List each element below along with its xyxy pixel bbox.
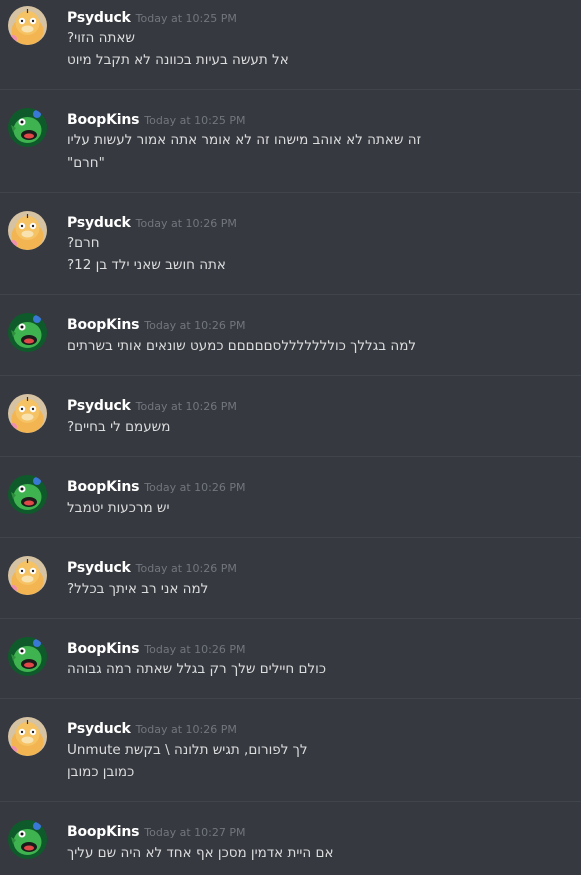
username[interactable]: Psyduck — [67, 10, 131, 26]
green-dragon-avatar[interactable] — [8, 313, 47, 352]
timestamp: Today at 10:27 PM — [144, 826, 246, 839]
message-divider — [0, 698, 581, 699]
timestamp: Today at 10:25 PM — [144, 114, 246, 127]
username[interactable]: Psyduck — [67, 215, 131, 231]
green-dragon-avatar[interactable] — [8, 475, 47, 514]
message-divider — [0, 375, 581, 376]
timestamp: Today at 10:26 PM — [135, 723, 237, 736]
username[interactable]: BoopKins — [67, 824, 139, 840]
timestamp: Today at 10:26 PM — [144, 319, 246, 332]
psyduck-avatar[interactable] — [8, 394, 47, 433]
green-dragon-avatar[interactable] — [8, 820, 47, 859]
message-text: למה בגללך כולללללללסםםםםם כמעט שונאים או… — [67, 338, 417, 354]
timestamp: Today at 10:26 PM — [144, 481, 246, 494]
message-text: יש מרכעות יטמבל — [67, 500, 170, 516]
timestamp: Today at 10:25 PM — [135, 12, 237, 25]
timestamp: Today at 10:26 PM — [135, 217, 237, 230]
timestamp: Today at 10:26 PM — [144, 643, 246, 656]
message-divider — [0, 456, 581, 457]
message-divider — [0, 537, 581, 538]
chat-message-list: Psyduck Today at 10:25 PM ?שאתה הזוי אל ת… — [0, 0, 581, 875]
message-text: כולם חיילים שלך רק בגלל שאתה רמה גבוהה — [67, 661, 326, 677]
timestamp: Today at 10:26 PM — [135, 562, 237, 575]
psyduck-avatar[interactable] — [8, 211, 47, 250]
message-divider — [0, 801, 581, 802]
message-divider — [0, 192, 581, 193]
message-text: ?למה אני רב איתך בכלל — [67, 581, 209, 597]
username[interactable]: Psyduck — [67, 721, 131, 737]
message-text: ?שאתה הזוי — [67, 30, 135, 46]
username[interactable]: BoopKins — [67, 479, 139, 495]
username[interactable]: Psyduck — [67, 398, 131, 414]
message-text: ?אתה חושב שאני ילד בן 12 — [67, 257, 226, 273]
psyduck-avatar[interactable] — [8, 717, 47, 756]
message-text: אל תעשה בעיות בכוונה לא תקבל מיוט — [67, 52, 289, 68]
message-divider — [0, 89, 581, 90]
username[interactable]: BoopKins — [67, 112, 139, 128]
green-dragon-avatar[interactable] — [8, 637, 47, 676]
message-divider — [0, 294, 581, 295]
message-text: ?משעמם לי בחיים — [67, 419, 171, 435]
psyduck-avatar[interactable] — [8, 6, 47, 45]
green-dragon-avatar[interactable] — [8, 108, 47, 147]
message-text: "חרם" — [67, 155, 105, 171]
message-text: כמובן כמובן — [67, 764, 135, 780]
username[interactable]: BoopKins — [67, 641, 139, 657]
message-divider — [0, 618, 581, 619]
message-text: Unmute לך לפורום, תגיש תלונה \ בקשת — [67, 742, 308, 758]
timestamp: Today at 10:26 PM — [135, 400, 237, 413]
username[interactable]: Psyduck — [67, 560, 131, 576]
message-text: ?חרם — [67, 235, 100, 251]
username[interactable]: BoopKins — [67, 317, 139, 333]
psyduck-avatar[interactable] — [8, 556, 47, 595]
message-text: זה שאתה לא אוהב מישהו זה לא אומר אתה אמו… — [67, 132, 422, 148]
message-text: אם היית אדמין מסכן אף אחד לא היה שם עליך — [67, 845, 334, 861]
